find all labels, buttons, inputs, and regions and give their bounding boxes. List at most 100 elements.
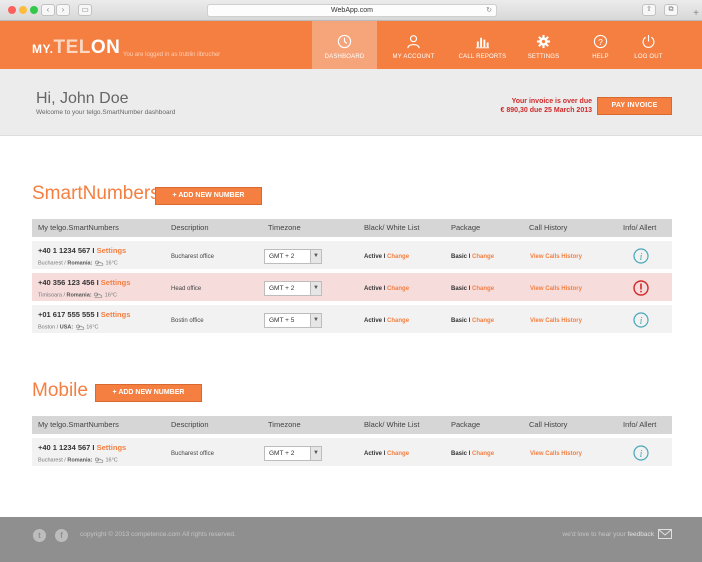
- chevron-down-icon: ▼: [310, 447, 321, 460]
- power-icon: [642, 34, 655, 48]
- number-settings-link[interactable]: Settings: [97, 443, 127, 452]
- number-settings-link[interactable]: Settings: [101, 278, 131, 287]
- col-black-white-list: Black/ White List: [364, 420, 420, 429]
- bw-change-link[interactable]: Change: [387, 318, 409, 324]
- view-calls-history-link[interactable]: View Calls History: [530, 318, 582, 324]
- package-name: Basic: [451, 254, 468, 260]
- smartnumbers-table: My telgo.SmartNumbers Description Timezo…: [32, 219, 672, 333]
- table-row: +40 1 1234 567 I Settings Bucharest / Rom…: [32, 237, 672, 269]
- nav-call-reports-label: CALL REPORTS: [458, 54, 507, 60]
- nav-settings-label: SETTINGS: [527, 54, 560, 60]
- phone-number-value: +01 617 555 555: [38, 310, 95, 319]
- nav-my-account[interactable]: MY ACCOUNT: [381, 21, 446, 69]
- nav-settings[interactable]: SETTINGS: [511, 21, 576, 69]
- brand-logo[interactable]: MY.TELON: [32, 37, 120, 59]
- svg-text:?: ?: [598, 37, 603, 47]
- maximize-window-button[interactable]: [30, 6, 38, 14]
- bw-change-link[interactable]: Change: [387, 286, 409, 292]
- timezone-value: GMT + 5: [269, 317, 295, 324]
- chevron-down-icon: ▼: [310, 282, 321, 295]
- bw-status: Active: [364, 286, 383, 292]
- alert-icon[interactable]: [633, 280, 649, 296]
- package-name: Basic: [451, 286, 468, 292]
- view-calls-history-link[interactable]: View Calls History: [530, 451, 582, 457]
- col-number: My telgo.SmartNumbers: [38, 420, 119, 429]
- new-tab-icon[interactable]: +: [693, 8, 699, 19]
- bw-change-link[interactable]: Change: [387, 254, 409, 260]
- timezone-select[interactable]: GMT + 2 ▼: [264, 281, 322, 296]
- invoice-warning: Your invoice is over due € 890,30 due 25…: [501, 97, 592, 115]
- timezone-select[interactable]: GMT + 5 ▼: [264, 313, 322, 328]
- col-black-white-list: Black/ White List: [364, 223, 420, 232]
- copyright-text: copyright © 2013 competence.com All righ…: [80, 531, 236, 538]
- cloudy-weather-icon: [94, 292, 103, 298]
- add-mobile-number-button[interactable]: + ADD NEW NUMBER: [95, 384, 202, 402]
- number-settings-link[interactable]: Settings: [101, 310, 131, 319]
- timezone-select[interactable]: GMT + 2 ▼: [264, 446, 322, 461]
- package-change-link[interactable]: Change: [472, 286, 494, 292]
- add-smartnumber-button[interactable]: + ADD NEW NUMBER: [155, 187, 262, 205]
- forward-arrow-icon[interactable]: ›: [56, 4, 70, 16]
- address-bar[interactable]: WebApp.com ↻: [207, 4, 497, 17]
- black-white-list-status: Active I Change: [364, 286, 410, 292]
- location: Boston / USA: 16°C: [38, 324, 99, 331]
- feedback-link[interactable]: feedback: [628, 531, 654, 538]
- invoice-warning-line1: Your invoice is over due: [511, 98, 592, 105]
- user-icon: [407, 35, 420, 49]
- description: Head office: [171, 286, 202, 292]
- col-info-alert: Info/ Allert: [623, 223, 657, 232]
- info-icon[interactable]: i: [633, 445, 649, 461]
- col-call-history: Call History: [529, 223, 568, 232]
- country: Romania:: [66, 292, 92, 299]
- cloudy-weather-icon: [95, 457, 104, 463]
- number-settings-link[interactable]: Settings: [97, 246, 127, 255]
- nav-dashboard[interactable]: DASHBOARD: [312, 21, 377, 69]
- facebook-icon[interactable]: f: [55, 529, 68, 542]
- timezone-select[interactable]: GMT + 2 ▼: [264, 249, 322, 264]
- feedback-prefix: we'd love to hear your: [562, 531, 628, 538]
- description: Bucharest office: [171, 254, 214, 260]
- twitter-icon[interactable]: t: [33, 529, 46, 542]
- nav-call-reports[interactable]: CALL REPORTS: [450, 21, 515, 69]
- col-info-alert: Info/ Allert: [623, 420, 657, 429]
- phone-number: +40 356 123 456 I Settings: [38, 278, 131, 287]
- table-row: +01 617 555 555 I Settings Boston / USA: …: [32, 301, 672, 333]
- temperature: 16°C: [86, 324, 99, 331]
- svg-text:i: i: [640, 316, 643, 327]
- nav-log-out[interactable]: LOG OUT: [616, 21, 681, 69]
- col-description: Description: [171, 420, 209, 429]
- view-calls-history-link[interactable]: View Calls History: [530, 254, 582, 260]
- view-calls-history-link[interactable]: View Calls History: [530, 286, 582, 292]
- welcome-subtitle: Welcome to your telgo.SmartNumber dashbo…: [36, 109, 176, 116]
- city: Bucharest: [38, 260, 63, 267]
- feedback-text: we'd love to hear your feedback: [562, 531, 654, 538]
- package-change-link[interactable]: Change: [472, 451, 494, 457]
- bw-status: Active: [364, 451, 383, 457]
- pay-invoice-button[interactable]: PAY INVOICE: [597, 97, 672, 115]
- back-arrow-icon[interactable]: ‹: [41, 4, 55, 16]
- phone-number-value: +40 1 1234 567: [38, 443, 91, 452]
- col-call-history: Call History: [529, 420, 568, 429]
- bw-change-link[interactable]: Change: [387, 451, 409, 457]
- brand-name-b: ON: [90, 37, 121, 58]
- info-icon[interactable]: i: [633, 312, 649, 328]
- package-change-link[interactable]: Change: [472, 318, 494, 324]
- nav-log-out-label: LOG OUT: [634, 54, 663, 60]
- package-change-link[interactable]: Change: [472, 254, 494, 260]
- top-navigation: MY.TELON You are logged in as trublin il…: [0, 21, 702, 69]
- col-description: Description: [171, 223, 209, 232]
- bw-status: Active: [364, 254, 383, 260]
- mail-icon[interactable]: [658, 529, 672, 539]
- info-icon[interactable]: i: [633, 248, 649, 264]
- minimize-window-button[interactable]: [19, 6, 27, 14]
- svg-text:i: i: [640, 449, 643, 460]
- package-status: Basic I Change: [451, 451, 495, 457]
- help-icon: ?: [593, 34, 608, 49]
- tabs-icon[interactable]: ⧉: [664, 4, 678, 16]
- share-icon[interactable]: ⇧: [642, 4, 656, 16]
- reload-icon[interactable]: ↻: [486, 5, 492, 16]
- footer: t f copyright © 2013 competence.com All …: [0, 517, 702, 562]
- sidebar-toggle-icon[interactable]: ▭: [78, 4, 92, 16]
- temperature: 16°C: [105, 457, 118, 464]
- close-window-button[interactable]: [8, 6, 16, 14]
